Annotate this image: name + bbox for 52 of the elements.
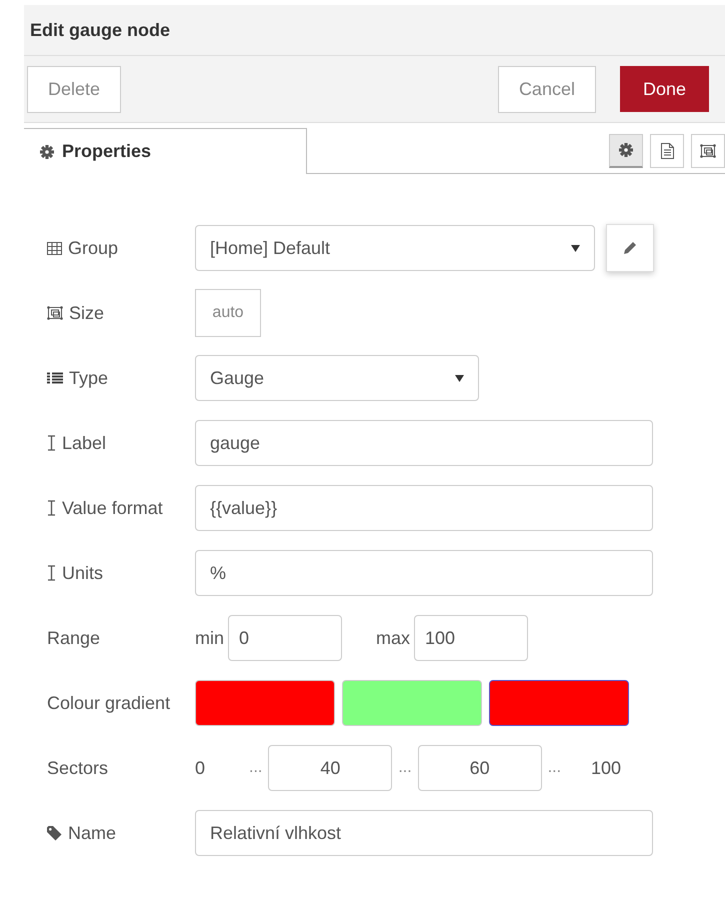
action-button[interactable]: Delete (27, 66, 122, 112)
caret-icon (455, 374, 464, 382)
expand-icon (700, 144, 716, 158)
ellipsis: ... (249, 759, 262, 777)
field-label: Units (62, 562, 104, 584)
field-label: Range (47, 628, 100, 648)
text-cursor-icon (47, 435, 56, 451)
input-field[interactable]: 100 (414, 615, 528, 661)
settings-icon (40, 144, 54, 158)
sector-start: 0 (195, 758, 206, 778)
text-cursor-icon (47, 500, 56, 516)
tag-icon (47, 826, 62, 840)
tab-button[interactable] (609, 134, 643, 168)
edit-button[interactable] (606, 224, 654, 272)
sector-end: 100 (591, 758, 622, 778)
field-label: Group (68, 238, 118, 258)
properties-tab[interactable]: Properties (24, 128, 307, 174)
input-field[interactable]: 40 (268, 745, 392, 791)
field-label: Sectors (47, 758, 108, 778)
size-button[interactable]: auto (195, 289, 261, 337)
ellipsis: ... (548, 759, 562, 777)
field-label: Value format (62, 498, 163, 518)
done-button[interactable]: Done (620, 66, 709, 112)
action-button[interactable]: Cancel (498, 66, 596, 112)
text-cursor-icon (47, 565, 56, 581)
tab-button[interactable] (650, 134, 684, 168)
dropdown[interactable]: [Home] Default (195, 225, 595, 271)
ellipsis: ... (398, 759, 412, 777)
field-label: Colour gradient (47, 692, 170, 714)
tab-button[interactable] (691, 134, 725, 168)
colour-swatch[interactable] (489, 680, 629, 726)
field-label: Type (69, 368, 108, 388)
dialog-title: Edit gauge node (30, 20, 170, 40)
list-icon (47, 372, 63, 384)
input-field[interactable]: 60 (418, 745, 542, 791)
document-icon (660, 142, 674, 158)
field-label: Size (69, 302, 104, 324)
min-label: min (195, 628, 224, 648)
caret-icon (571, 244, 580, 252)
input-field[interactable]: {{value}} (195, 485, 653, 531)
expand-icon (47, 306, 63, 320)
input-field[interactable]: % (195, 550, 653, 596)
field-label: Label (62, 432, 106, 454)
dropdown[interactable]: Gauge (195, 355, 479, 401)
table-icon (47, 242, 62, 254)
input-field[interactable]: Relativní vlhkost (195, 810, 653, 856)
input-field[interactable]: gauge (195, 420, 653, 466)
settings-icon (619, 143, 633, 157)
field-label: Name (68, 822, 116, 844)
input-field[interactable]: 0 (228, 615, 342, 661)
max-label: max (376, 628, 410, 648)
pencil-icon (623, 241, 637, 255)
